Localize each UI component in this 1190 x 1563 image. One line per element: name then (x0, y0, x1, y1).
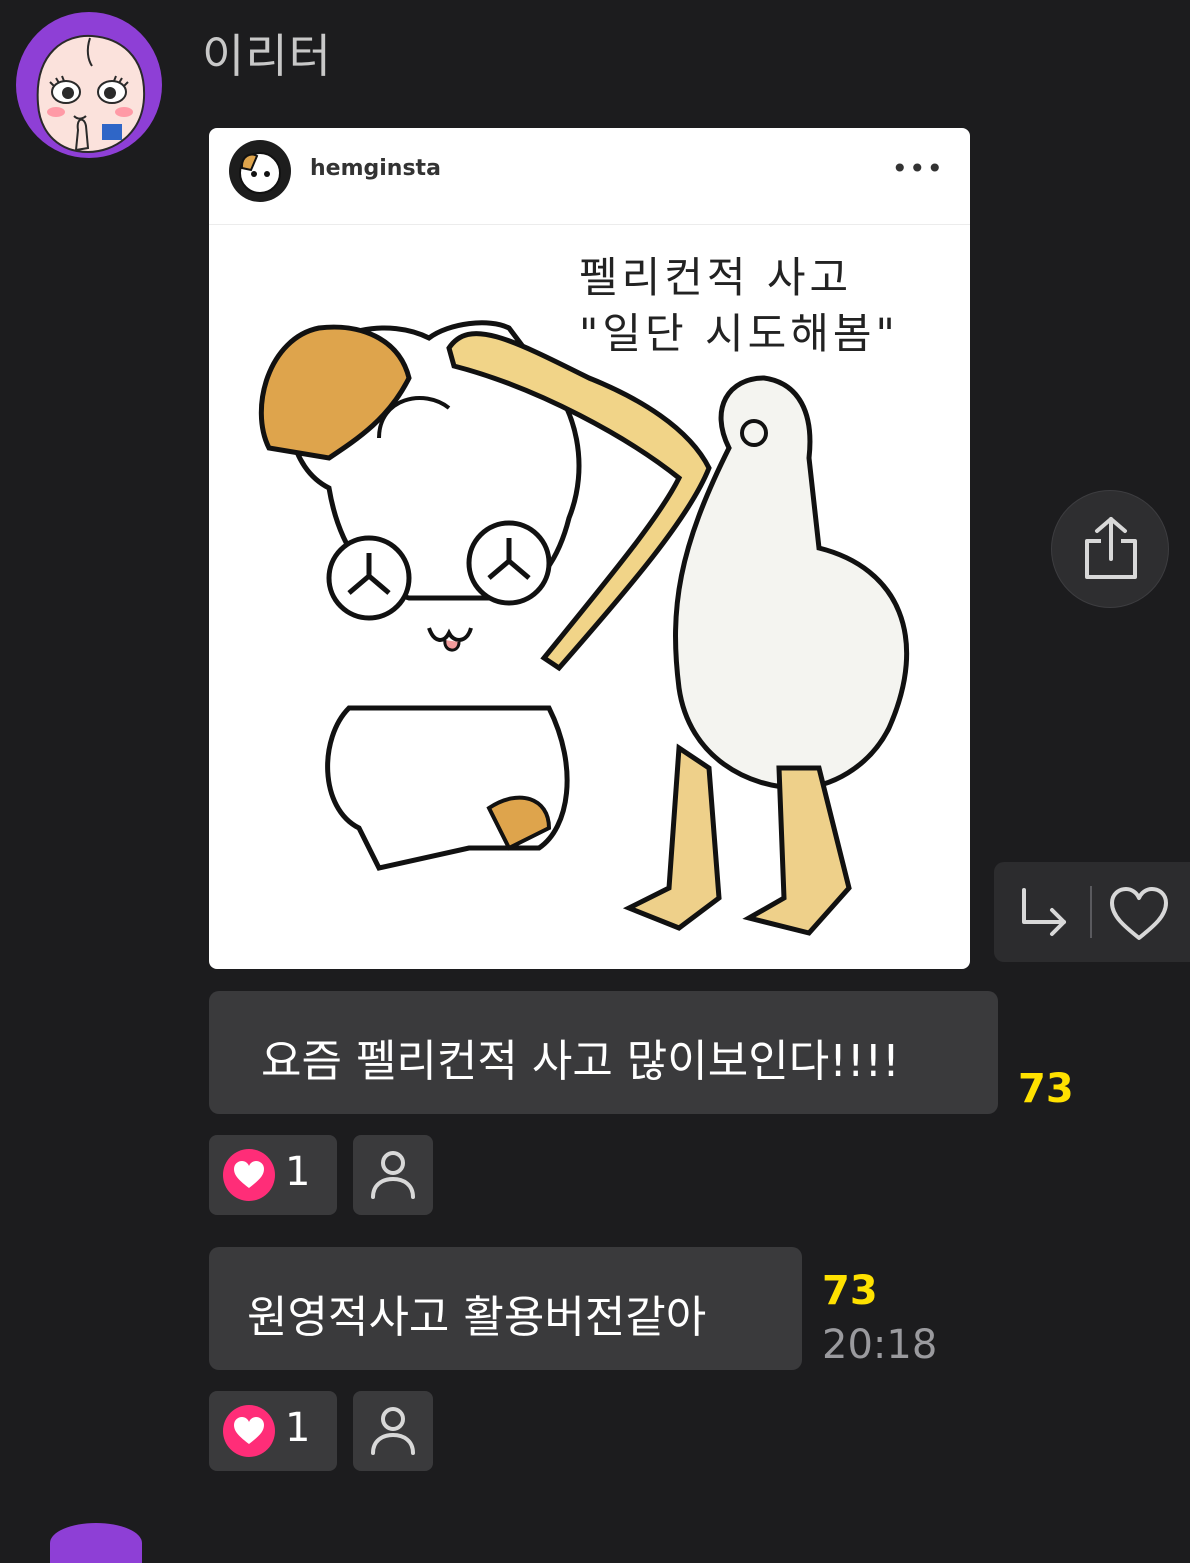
heart-badge-icon (223, 1405, 275, 1457)
post-author-avatar[interactable] (229, 140, 291, 202)
post-header: hemginsta ••• (209, 128, 970, 225)
message-bubble[interactable]: 요즘 펠리컨적 사고 많이보인다!!!! (209, 991, 998, 1114)
reactors-button[interactable] (353, 1135, 433, 1215)
person-icon (371, 1151, 415, 1199)
like-reaction[interactable]: 1 (209, 1391, 337, 1471)
sender-avatar[interactable] (16, 12, 162, 158)
reply-icon[interactable] (1016, 886, 1072, 942)
action-divider (1090, 886, 1092, 938)
post-image-caption: 펠리컨적 사고 "일단 시도해봄" (579, 253, 899, 358)
like-count: 1 (285, 1405, 311, 1451)
unread-count: 73 (1018, 1066, 1074, 1112)
next-sender-avatar[interactable] (50, 1523, 142, 1563)
reactors-button[interactable] (353, 1391, 433, 1471)
sender-name: 이리터 (202, 29, 332, 83)
heart-badge-icon (223, 1149, 275, 1201)
person-icon (371, 1407, 415, 1455)
post-username[interactable]: hemginsta (310, 156, 441, 181)
message-bubble[interactable]: 원영적사고 활용버전같아 (209, 1247, 802, 1370)
like-reaction[interactable]: 1 (209, 1135, 337, 1215)
share-icon (1085, 517, 1137, 579)
unread-count: 73 (822, 1268, 878, 1314)
more-options-icon[interactable]: ••• (891, 152, 944, 185)
like-count: 1 (285, 1149, 311, 1195)
shared-post-card[interactable]: hemginsta ••• 펠리컨적 사고 "일단 시도해봄" (209, 128, 970, 969)
heart-icon[interactable] (1108, 886, 1170, 942)
message-actions (994, 862, 1190, 962)
message-time: 20:18 (822, 1322, 938, 1368)
share-button[interactable] (1051, 490, 1169, 608)
